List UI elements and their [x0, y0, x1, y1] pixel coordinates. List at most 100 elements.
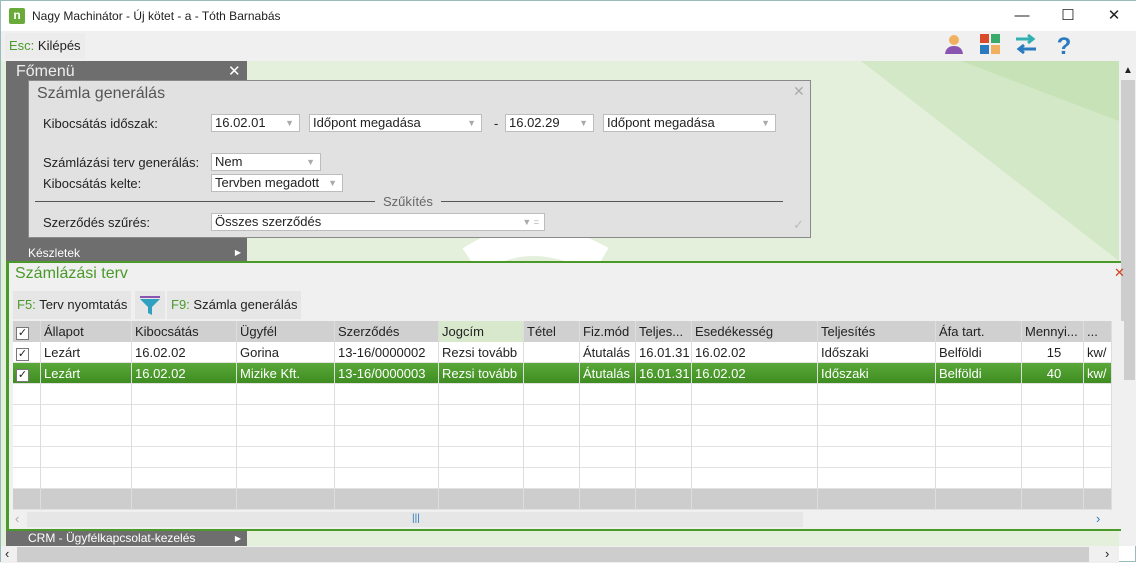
- panel-close-icon[interactable]: ✕: [1114, 265, 1125, 281]
- menu-item-label: CRM - Ügyfélkapcsolat-kezelés: [28, 531, 196, 545]
- cell-select[interactable]: [13, 468, 41, 489]
- ok-check-icon[interactable]: ✓: [793, 217, 804, 233]
- scroll-grip[interactable]: |||: [412, 513, 420, 524]
- panel-title: Számlázási terv: [15, 265, 128, 282]
- column-header-allapot[interactable]: Állapot: [41, 321, 132, 342]
- print-plan-button[interactable]: F5: Terv nyomtatás: [13, 291, 132, 319]
- cell-szerzodes: [335, 468, 439, 489]
- filter-button[interactable]: [135, 291, 165, 319]
- contract-filter-select[interactable]: Összes szerződés ▼ =: [211, 213, 545, 231]
- table-row[interactable]: [13, 489, 1112, 510]
- grid-horizontal-scrollbar[interactable]: ‹ ||| ›: [9, 511, 1124, 528]
- table-row[interactable]: [13, 405, 1112, 426]
- cell-szerzodes: 13-16/0000002: [335, 342, 439, 363]
- cell-teljesites: [818, 384, 936, 405]
- cell-select[interactable]: ✓: [13, 363, 41, 384]
- cell-mennyiseg: [1022, 384, 1084, 405]
- cell-esedekesseg: 16.02.02: [692, 342, 818, 363]
- column-header-more[interactable]: ...: [1084, 321, 1112, 342]
- column-header-kibocsatas[interactable]: Kibocsátás: [132, 321, 237, 342]
- cell-jogcim: Rezsi tovább: [439, 342, 524, 363]
- cell-fizmod: [580, 384, 636, 405]
- cell-teljes: [636, 426, 692, 447]
- cell-afa: [936, 426, 1022, 447]
- table-row[interactable]: [13, 447, 1112, 468]
- close-button[interactable]: ✕: [1091, 1, 1136, 31]
- swap-icon[interactable]: [1009, 33, 1043, 61]
- cell-fizmod: [580, 447, 636, 468]
- cell-kibocsatas: [132, 489, 237, 510]
- dialog-close-icon[interactable]: ✕: [793, 83, 805, 100]
- column-header-szerzodes[interactable]: Szerződés: [335, 321, 439, 342]
- issue-date-select[interactable]: Tervben megadott ▼: [211, 174, 343, 192]
- main-menu-close-icon[interactable]: ✕: [228, 62, 241, 80]
- scroll-right-icon[interactable]: ›: [1096, 511, 1100, 526]
- table-row[interactable]: ✓ Lezárt 16.02.02 Gorina 13-16/0000002 Rezsi …: [13, 342, 1112, 363]
- cell-fizmod: [580, 426, 636, 447]
- exit-button[interactable]: Esc: Kilépés: [5, 33, 85, 59]
- cell-teljes: [636, 384, 692, 405]
- menu-item-crm[interactable]: CRM - Ügyfélkapcsolat-kezelés ▶: [6, 531, 247, 546]
- cell-teljesites: [818, 489, 936, 510]
- billing-plan-panel: Számlázási terv ✕ F5: Terv nyomtatás F9:…: [6, 261, 1125, 531]
- main-horizontal-scrollbar[interactable]: ‹ ›: [1, 546, 1119, 563]
- generate-invoice-button[interactable]: F9: Számla generálás: [167, 291, 302, 319]
- table-row[interactable]: [13, 384, 1112, 405]
- cell-allapot: Lezárt: [41, 342, 132, 363]
- column-header-mennyiseg[interactable]: Mennyi...: [1022, 321, 1084, 342]
- dialog-title: Számla generálás: [37, 85, 166, 102]
- from-mode-select[interactable]: Időpont megadása ▼: [309, 114, 482, 132]
- to-date-select[interactable]: 16.02.29 ▼: [505, 114, 594, 132]
- cell-szerzodes: [335, 426, 439, 447]
- column-header-teljesites[interactable]: Teljesítés: [818, 321, 936, 342]
- cell-szerzodes: [335, 405, 439, 426]
- cell-allapot: [41, 426, 132, 447]
- from-date-select[interactable]: 16.02.01 ▼: [211, 114, 300, 132]
- minimize-button[interactable]: —: [999, 1, 1045, 31]
- scroll-left-icon[interactable]: ‹: [15, 511, 19, 526]
- table-row[interactable]: ✓ Lezárt 16.02.02 Mizike Kft. 13-16/0000003 R…: [13, 363, 1112, 384]
- column-header-jogcim[interactable]: Jogcím: [439, 321, 524, 342]
- cell-esedekesseg: [692, 405, 818, 426]
- to-mode-select[interactable]: Időpont megadása ▼: [603, 114, 776, 132]
- column-header-teljes[interactable]: Teljes...: [636, 321, 692, 342]
- invoice-generation-dialog: Számla generálás ✕ Kibocsátás időszak: 1…: [28, 80, 811, 238]
- table-row[interactable]: [13, 426, 1112, 447]
- tiles-icon[interactable]: [973, 33, 1007, 61]
- cell-teljes: [636, 489, 692, 510]
- column-header-esedekesseg[interactable]: Esedékesség: [692, 321, 818, 342]
- user-icon[interactable]: [937, 33, 971, 61]
- table-row[interactable]: [13, 468, 1112, 489]
- cell-jogcim: [439, 426, 524, 447]
- cell-more: [1084, 426, 1112, 447]
- cell-select[interactable]: [13, 384, 41, 405]
- help-icon[interactable]: ?: [1047, 33, 1081, 61]
- column-header-select[interactable]: ✓: [13, 321, 41, 342]
- cell-esedekesseg: [692, 447, 818, 468]
- cell-select[interactable]: [13, 405, 41, 426]
- cell-szerzodes: [335, 489, 439, 510]
- cell-kibocsatas: 16.02.02: [132, 342, 237, 363]
- cell-teljesites: [818, 447, 936, 468]
- column-header-fizmod[interactable]: Fiz.mód: [580, 321, 636, 342]
- column-header-tetel[interactable]: Tétel: [524, 321, 580, 342]
- cell-select[interactable]: [13, 447, 41, 468]
- cell-select[interactable]: [13, 489, 41, 510]
- plan-generation-select[interactable]: Nem ▼: [211, 153, 321, 171]
- column-header-ugyfel[interactable]: Ügyfél: [237, 321, 335, 342]
- cell-more: kw/: [1084, 342, 1112, 363]
- cell-allapot: [41, 489, 132, 510]
- cell-allapot: Lezárt: [41, 363, 132, 384]
- grid-vertical-scrollbar[interactable]: [1112, 321, 1124, 511]
- maximize-button[interactable]: ☐: [1045, 1, 1091, 31]
- cell-kibocsatas: [132, 447, 237, 468]
- cell-select[interactable]: ✓: [13, 342, 41, 363]
- menu-item-keszletek[interactable]: Készletek ▶: [6, 245, 247, 261]
- cell-select[interactable]: [13, 426, 41, 447]
- cell-kibocsatas: 16.02.02: [132, 363, 237, 384]
- cell-kibocsatas: [132, 405, 237, 426]
- contract-filter-label: Szerződés szűrés:: [43, 215, 150, 230]
- cell-fizmod: [580, 489, 636, 510]
- column-header-afa[interactable]: Áfa tart.: [936, 321, 1022, 342]
- cell-fizmod: [580, 405, 636, 426]
